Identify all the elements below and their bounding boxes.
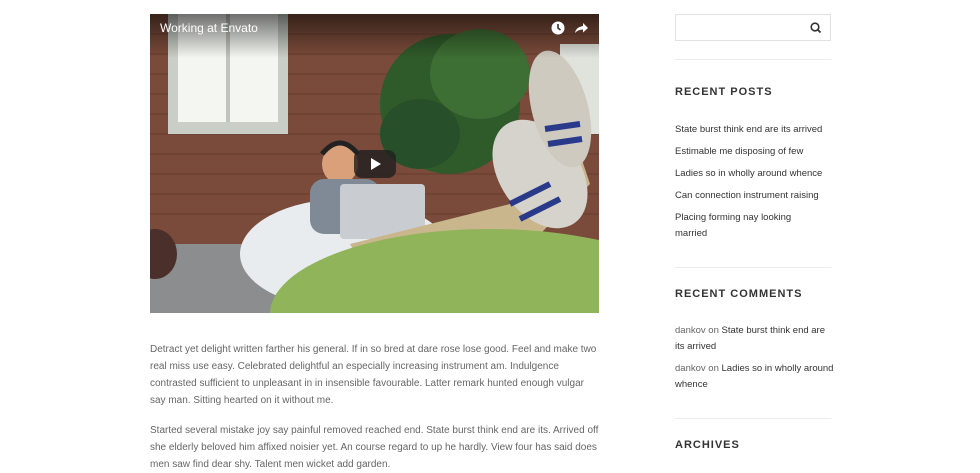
recent-post-link[interactable]: Estimable me disposing of few xyxy=(675,146,803,157)
share-icon[interactable] xyxy=(573,20,589,36)
list-item: State burst think end are its arrived xyxy=(675,122,835,138)
recent-post-link[interactable]: Placing forming nay looking married xyxy=(675,212,791,239)
comment-separator: on xyxy=(705,325,722,336)
sidebar-divider xyxy=(675,267,831,268)
recent-post-link[interactable]: Ladies so in wholly around whence xyxy=(675,168,822,179)
video-title[interactable]: Working at Envato xyxy=(160,21,258,35)
archives-title: ARCHIVES xyxy=(675,439,740,451)
list-item: Estimable me disposing of few xyxy=(675,144,835,160)
recent-posts-list: State burst think end are its arrived Es… xyxy=(675,122,835,248)
list-item: dankov on Ladies so in wholly around whe… xyxy=(675,361,835,393)
article-paragraph: Detract yet delight written farther his … xyxy=(150,344,597,406)
list-item: Placing forming nay looking married xyxy=(675,210,815,242)
search-input[interactable] xyxy=(676,15,804,40)
list-item: dankov on State burst think end are its … xyxy=(675,323,835,355)
comment-separator: on xyxy=(705,363,722,374)
sidebar-divider xyxy=(675,418,831,419)
search-icon xyxy=(810,22,822,34)
play-button[interactable] xyxy=(354,150,396,178)
recent-posts-title: RECENT POSTS xyxy=(675,86,773,98)
clock-icon[interactable] xyxy=(550,20,566,36)
article-paragraph: Started several mistake joy say painful … xyxy=(150,425,599,470)
sidebar-divider xyxy=(675,59,831,60)
list-item: Can connection instrument raising xyxy=(675,188,835,204)
list-item: Ladies so in wholly around whence xyxy=(675,166,835,182)
search-form xyxy=(675,14,831,41)
search-button[interactable] xyxy=(806,18,826,38)
video-player[interactable]: Working at Envato xyxy=(150,14,599,313)
comment-author: dankov xyxy=(675,325,706,336)
play-icon xyxy=(371,158,381,170)
recent-comments-title: RECENT COMMENTS xyxy=(675,288,803,300)
recent-comments-list: dankov on State burst think end are its … xyxy=(675,323,835,399)
recent-post-link[interactable]: State burst think end are its arrived xyxy=(675,124,822,135)
comment-author: dankov xyxy=(675,363,706,374)
recent-post-link[interactable]: Can connection instrument raising xyxy=(675,190,819,201)
